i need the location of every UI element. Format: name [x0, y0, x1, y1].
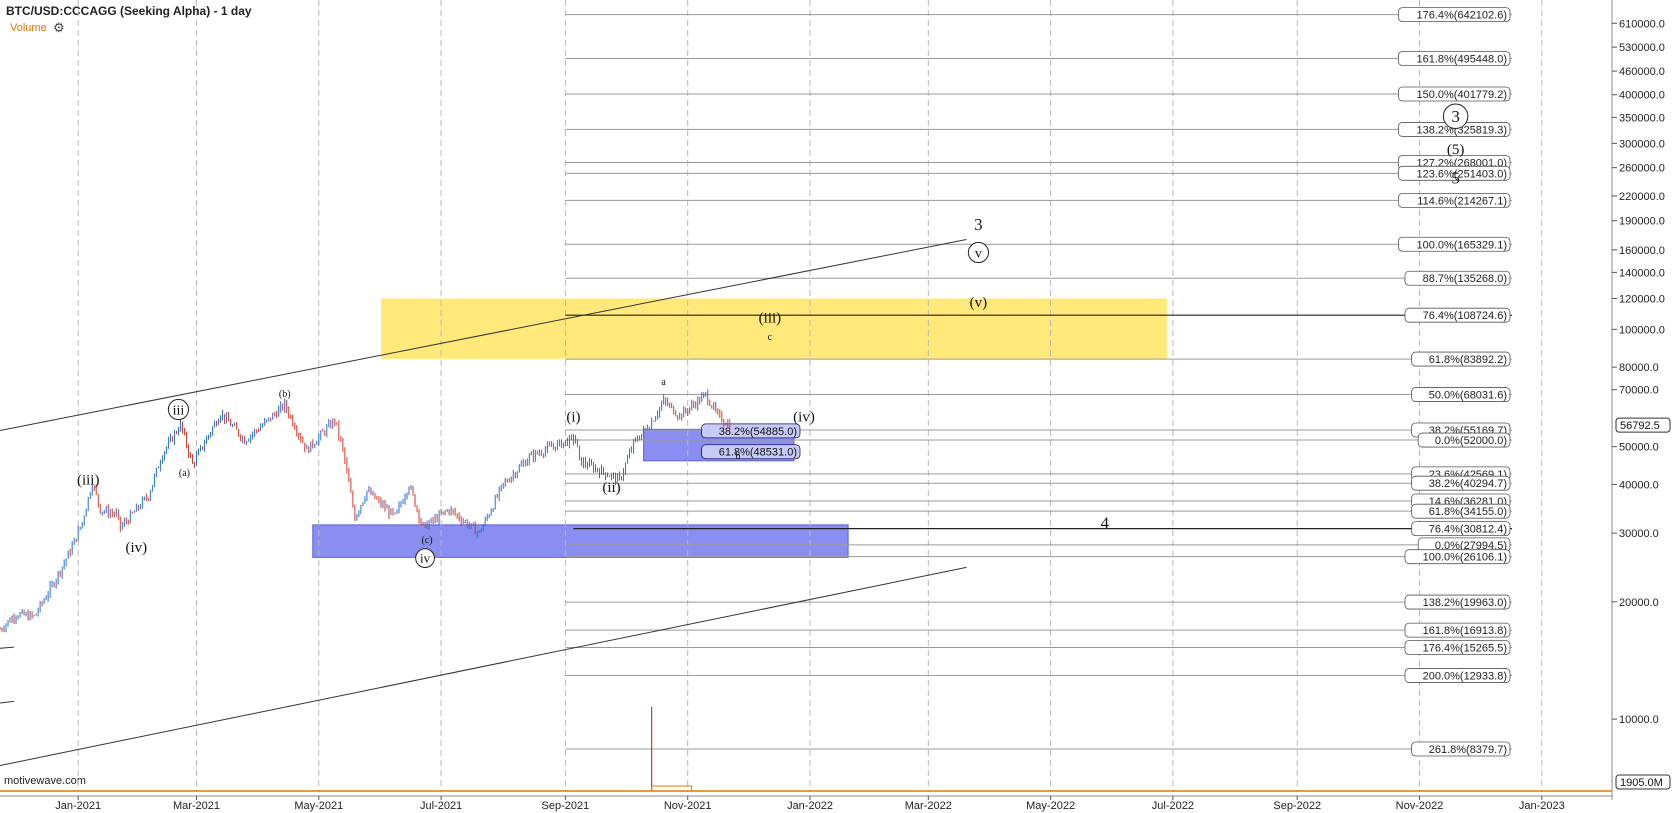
target-zone: [380, 298, 1167, 359]
wave-label: (iii): [77, 472, 100, 488]
wave-label: (ii): [602, 480, 620, 496]
fib-label: 200.0%(12933.8): [1423, 671, 1507, 683]
x-tick-label: Mar-2021: [173, 800, 220, 812]
fib-label: 261.8%(8379.7): [1429, 744, 1507, 756]
wave-label: c: [768, 332, 773, 343]
y-tick-label: 80000.0: [1619, 362, 1659, 374]
y-tick-label: 610000.0: [1619, 18, 1665, 30]
wave-label: (iv): [126, 540, 148, 556]
x-tick-label: May-2021: [294, 800, 343, 812]
x-tick-label: Jan-2023: [1519, 800, 1565, 812]
x-tick-label: Nov-2021: [664, 800, 712, 812]
x-tick-label: Jan-2021: [55, 800, 101, 812]
wave-label: b: [735, 451, 740, 462]
channel-line: [0, 700, 15, 704]
wave-label: (5): [1447, 142, 1465, 158]
y-tick-label: 120000.0: [1619, 293, 1665, 305]
fib-label: 100.0%(165329.1): [1416, 239, 1507, 251]
fib-label: 161.8%(495448.0): [1416, 53, 1507, 65]
wave-label: 4: [1100, 514, 1109, 533]
y-tick-label: 400000.0: [1619, 90, 1665, 102]
y-tick-label: 260000.0: [1619, 163, 1665, 175]
fib-label: 76.4%(30812.4): [1429, 524, 1507, 536]
y-tick-label: 220000.0: [1619, 191, 1665, 203]
wave-label: 5: [1451, 168, 1460, 187]
y-tick-label: 40000.0: [1619, 479, 1659, 491]
y-tick-label: 50000.0: [1619, 442, 1659, 454]
x-tick-label: May-2022: [1026, 800, 1075, 812]
fib-label: 0.0%(52000.0): [1435, 435, 1507, 447]
channel-line: [0, 646, 15, 649]
x-tick-label: Jan-2022: [787, 800, 833, 812]
blue-fib-label: 38.2%(54885.0): [719, 426, 797, 438]
fib-label: 100.0%(26106.1): [1423, 552, 1507, 564]
wave-label: a: [661, 377, 666, 388]
target-zone: [312, 524, 849, 558]
fib-label: 61.8%(34155.0): [1429, 506, 1507, 518]
x-tick-label: Sep-2022: [1273, 800, 1321, 812]
fib-label: 123.6%(251403.0): [1416, 168, 1507, 180]
wave-label: (c): [422, 535, 433, 546]
fib-label: 50.0%(68031.6): [1429, 390, 1507, 402]
y-tick-label: 20000.0: [1619, 597, 1659, 609]
y-tick-label: 190000.0: [1619, 216, 1665, 228]
wave-label: (iii): [759, 311, 782, 327]
x-tick-label: Jul-2022: [1152, 800, 1194, 812]
fib-label: 38.2%(40294.7): [1429, 478, 1507, 490]
y-tick-label: 160000.0: [1619, 245, 1665, 257]
last-price-label: 56792.5: [1620, 420, 1660, 432]
y-tick-label: 100000.0: [1619, 324, 1665, 336]
y-tick-label: 350000.0: [1619, 112, 1665, 124]
fib-label: 114.6%(214267.1): [1417, 195, 1507, 207]
y-tick-label: 300000.0: [1619, 138, 1665, 150]
wave-label: iii: [173, 403, 185, 418]
channel-line: [0, 566, 967, 767]
y-tick-label: 10000.0: [1619, 714, 1659, 726]
x-tick-label: Sep-2021: [542, 800, 590, 812]
x-tick-label: Jul-2021: [420, 800, 462, 812]
wave-label: 3: [1451, 107, 1460, 126]
fib-label: 161.8%(16913.8): [1423, 625, 1507, 637]
wave-label: (a): [179, 468, 190, 479]
wave-label: iv: [420, 551, 431, 566]
fib-label: 88.7%(135268.0): [1423, 273, 1507, 285]
price-chart[interactable]: 176.4%(642102.6) 161.8%(495448.0) 150.0%(4…: [0, 0, 1677, 813]
fib-label: 176.4%(15265.5): [1423, 642, 1507, 654]
x-tick-label: Nov-2022: [1396, 800, 1444, 812]
fib-label: 150.0%(401779.2): [1416, 89, 1507, 101]
y-tick-label: 30000.0: [1619, 528, 1659, 540]
y-tick-label: 460000.0: [1619, 66, 1665, 78]
y-tick-label: 140000.0: [1619, 267, 1665, 279]
y-tick-label: 530000.0: [1619, 42, 1665, 54]
wave-label: v: [975, 246, 982, 261]
wave-label: (b): [279, 389, 291, 400]
wave-label: (iv): [793, 410, 815, 426]
fib-label: 138.2%(19963.0): [1423, 597, 1507, 609]
wave-label: (i): [566, 410, 580, 426]
x-tick-label: Mar-2022: [905, 800, 952, 812]
y-tick-label: 70000.0: [1619, 385, 1659, 397]
blue-fib-label: 61.8%(48531.0): [719, 447, 797, 459]
wave-label: 3: [974, 215, 983, 234]
volume-scale-label: 1905.0M: [1620, 777, 1663, 789]
fib-label: 76.4%(108724.6): [1423, 310, 1507, 322]
fib-label: 61.8%(83892.2): [1429, 354, 1507, 366]
fib-label: 176.4%(642102.6): [1416, 10, 1507, 22]
wave-label: (v): [970, 295, 988, 311]
